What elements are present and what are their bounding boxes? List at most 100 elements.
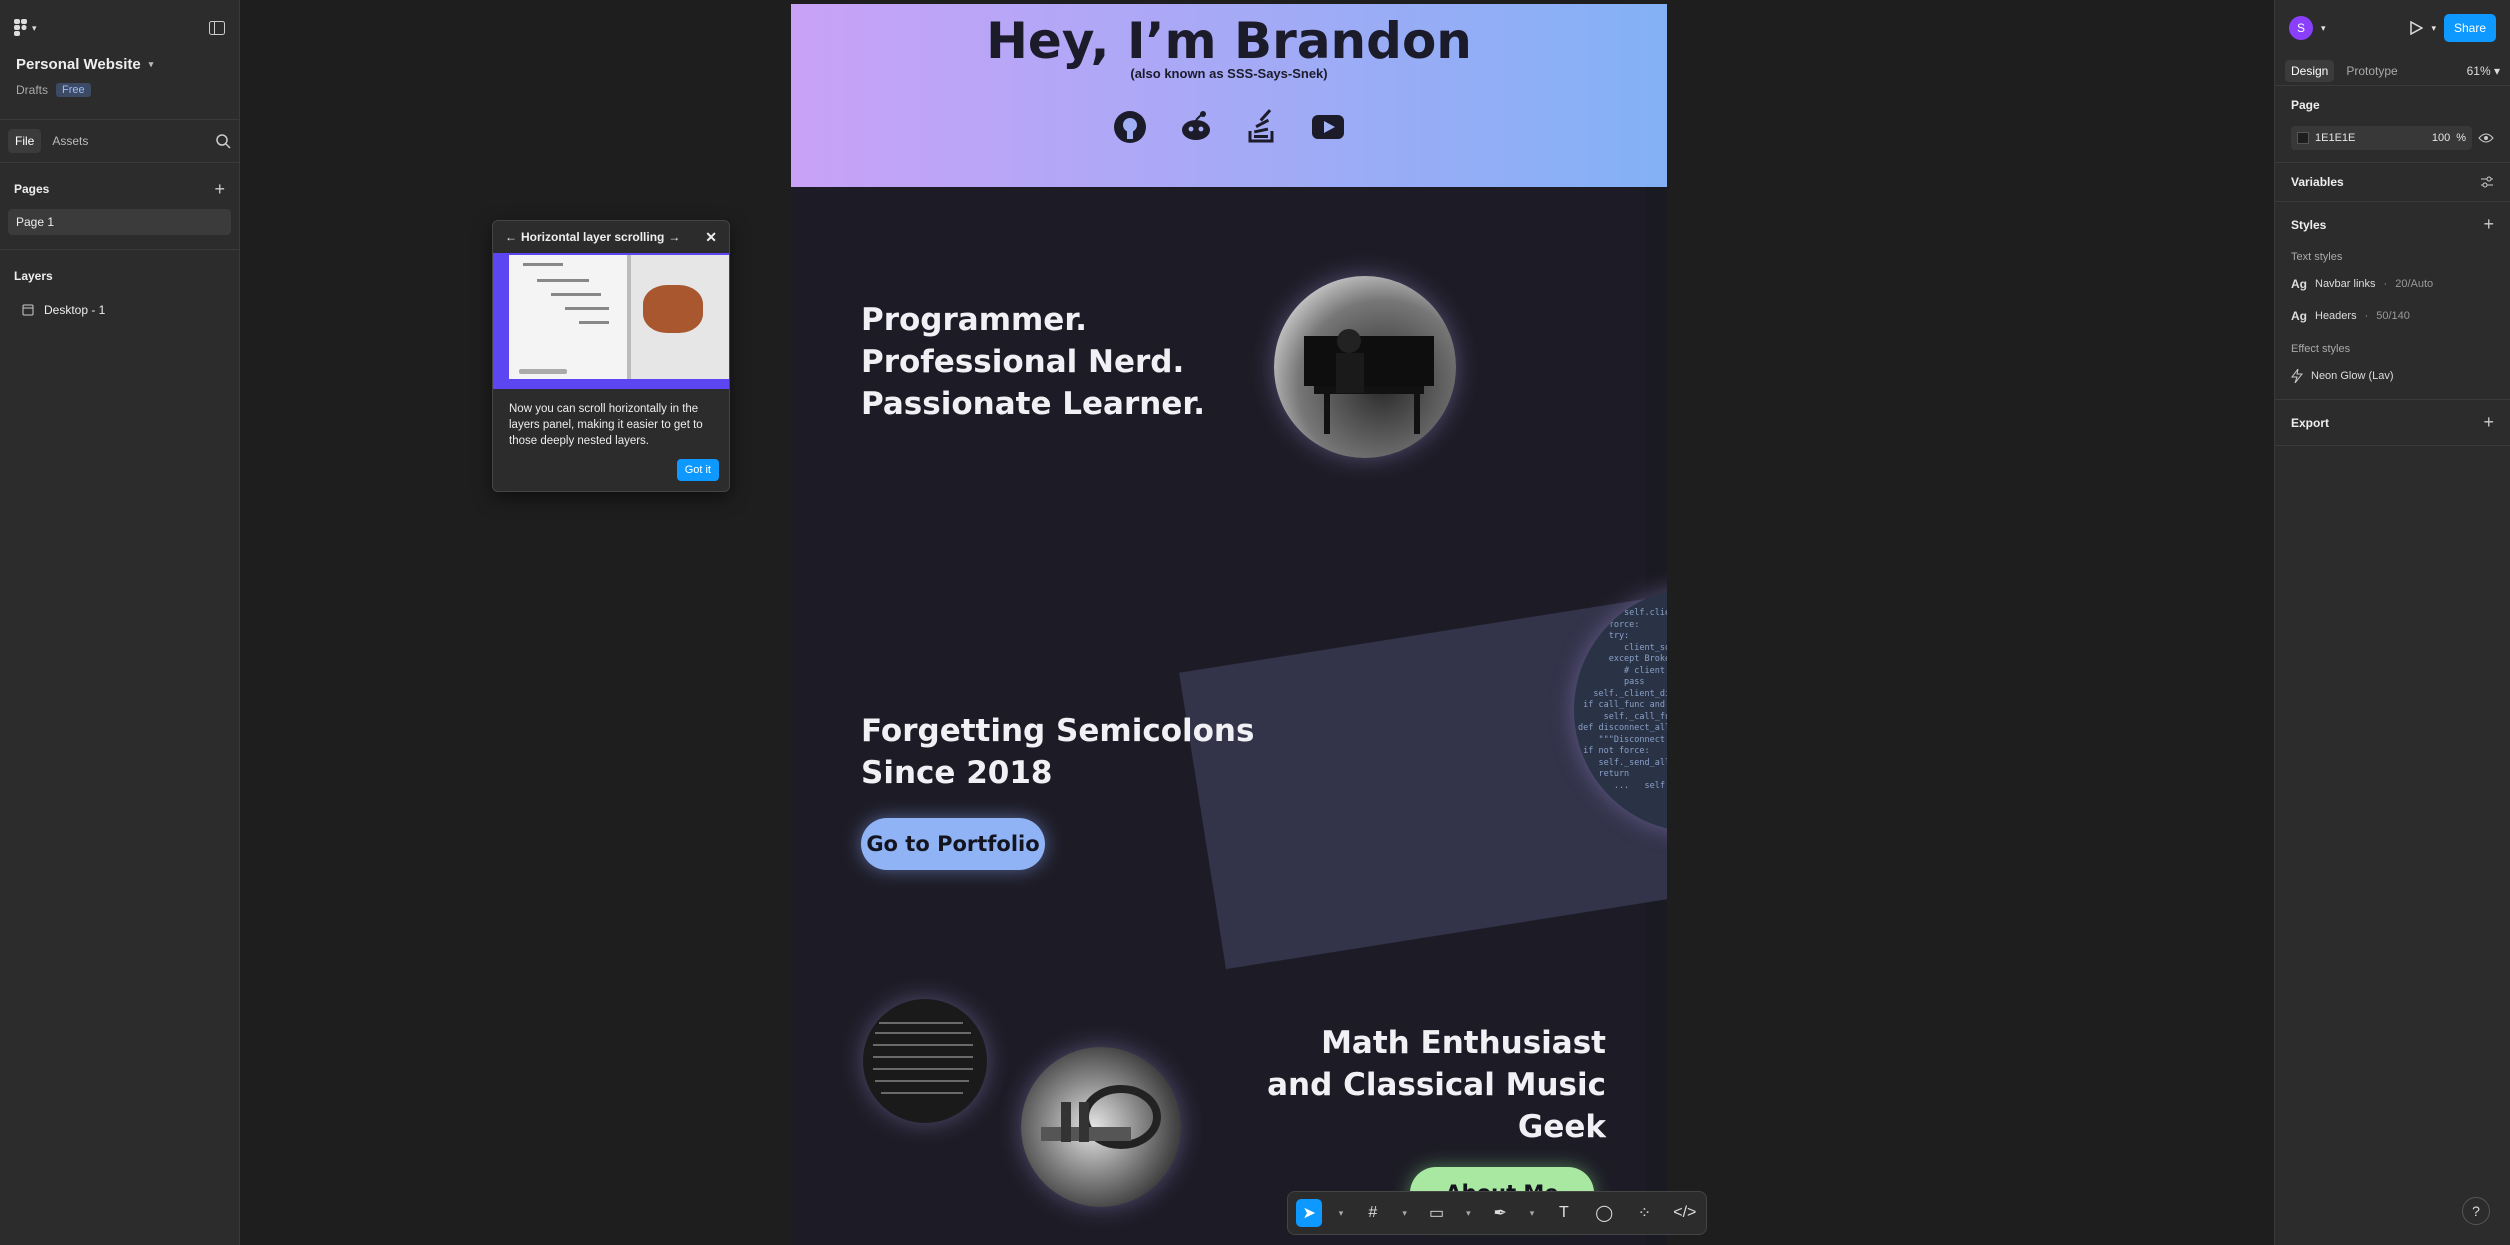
github-icon[interactable] [1112, 109, 1148, 145]
tab-assets[interactable]: Assets [45, 129, 95, 153]
chevron-down-icon[interactable]: ▾ [1336, 1199, 1345, 1227]
project-location: Drafts Free [16, 83, 223, 97]
text-style-item[interactable]: Ag Headers · 50/140 [2291, 305, 2494, 327]
headline-line: Forgetting Semicolons [861, 713, 1255, 749]
rectangle-tool-icon[interactable]: ▭ [1423, 1199, 1449, 1227]
arrow-right-icon: → [668, 230, 681, 244]
portfolio-button[interactable]: Go to Portfolio [861, 818, 1045, 870]
drafts-label[interactable]: Drafts [16, 83, 48, 97]
dev-mode-icon[interactable]: </> [1672, 1199, 1698, 1227]
export-title: Export [2291, 415, 2330, 430]
add-page-icon[interactable]: + [214, 179, 225, 200]
sliders-icon[interactable] [2480, 176, 2494, 188]
text-tool-icon[interactable]: T [1551, 1199, 1577, 1227]
project-name-button[interactable]: Personal Website ▾ [16, 56, 223, 73]
share-button[interactable]: Share [2443, 14, 2496, 42]
tab-prototype[interactable]: Prototype [2340, 60, 2403, 82]
frame-tool-icon[interactable]: # [1360, 1199, 1386, 1227]
headline-line: Passionate Learner. [861, 386, 1205, 422]
move-tool-icon[interactable]: ➤ [1296, 1199, 1323, 1227]
headline-line: Math Enthusiast [1321, 1025, 1606, 1061]
main-menu-button[interactable]: ▾ [14, 19, 37, 37]
actions-tool-icon[interactable]: ⁘ [1631, 1199, 1657, 1227]
stackoverflow-icon[interactable] [1244, 109, 1280, 145]
headline-line: Programmer. [861, 302, 1087, 338]
close-icon[interactable]: ✕ [705, 229, 717, 246]
layer-item[interactable]: Desktop - 1 [0, 296, 239, 324]
feature-tooltip: ← Horizontal layer scrolling → ✕ Now you… [492, 220, 730, 492]
eye-icon[interactable] [2478, 132, 2494, 144]
page-item[interactable]: Page 1 [8, 209, 231, 235]
zoom-level[interactable]: 61% ▾ [2467, 64, 2500, 78]
styles-section: Styles + Text styles Ag Navbar links · 2… [2275, 202, 2510, 400]
text-style-icon: Ag [2291, 309, 2307, 323]
text-style-name: Headers [2315, 310, 2357, 322]
illustration-rock [643, 285, 703, 333]
pages-title: Pages [14, 182, 50, 196]
hero-title: Hey, I’m Brandon [986, 12, 1472, 70]
toggle-sidebar-icon[interactable] [209, 21, 225, 35]
comment-tool-icon[interactable]: ◯ [1591, 1199, 1617, 1227]
text-style-meta: 20/Auto [2395, 278, 2434, 290]
play-icon[interactable] [2409, 21, 2424, 35]
headline-line: Geek [1517, 1109, 1606, 1145]
chevron-down-icon[interactable]: ▾ [2431, 23, 2436, 34]
left-topbar: ▾ [0, 0, 239, 56]
page-fill-row: 1E1E1E 100 % [2291, 126, 2494, 150]
right-tabs: Design Prototype 61% ▾ [2275, 56, 2510, 86]
page-fill-input[interactable]: 1E1E1E 100 % [2291, 126, 2472, 150]
youtube-icon[interactable] [1310, 109, 1346, 145]
page-opacity[interactable]: 100 [2432, 132, 2450, 144]
arrow-left-icon: ← [505, 230, 517, 244]
percent-label: % [2456, 132, 2466, 144]
variables-section: Variables [2275, 163, 2510, 202]
divider [0, 249, 239, 250]
math-notes-photo[interactable] [863, 999, 987, 1123]
hero-subtitle: (also known as SSS-Says-Snek) [1130, 66, 1328, 81]
tab-file[interactable]: File [8, 129, 42, 153]
add-style-icon[interactable]: + [2483, 214, 2494, 235]
canvas[interactable]: Hey, I’m Brandon (also known as SSS-Says… [240, 0, 2274, 1245]
headline-semicolons[interactable]: Forgetting Semicolons Since 2018 [861, 710, 1254, 794]
text-style-item[interactable]: Ag Navbar links · 20/Auto [2291, 273, 2494, 295]
headline-math-music[interactable]: Math Enthusiast and Classical Music Geek [1246, 1022, 1606, 1148]
chevron-down-icon[interactable]: ▾ [1464, 1199, 1473, 1227]
add-export-icon[interactable]: + [2483, 412, 2494, 433]
pen-tool-icon[interactable]: ✒ [1487, 1199, 1513, 1227]
chevron-down-icon: ▾ [148, 59, 154, 69]
bottom-toolbar: ➤ ▾ # ▾ ▭ ▾ ✒ ▾ T ◯ ⁘ </> [1287, 1191, 1707, 1235]
chevron-down-icon[interactable]: ▾ [2321, 23, 2326, 34]
plan-badge: Free [56, 83, 91, 97]
desktop-frame[interactable]: Hey, I’m Brandon (also known as SSS-Says… [791, 4, 1667, 1245]
help-icon[interactable]: ? [2462, 1197, 2490, 1225]
chevron-down-icon: ▾ [32, 22, 37, 33]
styles-title: Styles [2291, 217, 2327, 232]
tooltip-body: Now you can scroll horizontally in the l… [509, 403, 703, 447]
got-it-button[interactable]: Got it [676, 459, 719, 481]
headline-intro[interactable]: Programmer. Professional Nerd. Passionat… [861, 299, 1205, 425]
layers-title: Layers [14, 269, 53, 283]
trumpet-photo[interactable] [1021, 1047, 1181, 1207]
search-icon[interactable] [215, 133, 231, 149]
headline-line: Professional Nerd. [861, 344, 1185, 380]
text-style-icon: Ag [2291, 277, 2307, 291]
chevron-down-icon[interactable]: ▾ [1400, 1199, 1409, 1227]
tooltip-header: ← Horizontal layer scrolling → ✕ [493, 221, 729, 253]
effect-style-item[interactable]: Neon Glow (Lav) [2291, 365, 2494, 387]
tab-design[interactable]: Design [2285, 59, 2335, 82]
hero-section[interactable]: Hey, I’m Brandon (also known as SSS-Says… [791, 4, 1667, 187]
lightning-icon [2291, 369, 2303, 383]
tooltip-title: Horizontal layer scrolling [521, 230, 665, 244]
zoom-value: 61% [2466, 63, 2491, 78]
left-tabs: File Assets [0, 119, 239, 163]
headline-line: Since 2018 [861, 755, 1053, 791]
avatar[interactable]: S [2289, 16, 2313, 40]
color-swatch[interactable] [2297, 132, 2309, 144]
text-style-name: Navbar links [2315, 278, 2376, 290]
pages-header: Pages + [0, 169, 239, 209]
chevron-down-icon[interactable]: ▾ [1527, 1199, 1536, 1227]
piano-photo[interactable] [1274, 276, 1456, 458]
frame-icon [22, 304, 34, 316]
layer-item-label: Desktop - 1 [44, 303, 106, 317]
reddit-icon[interactable] [1178, 109, 1214, 145]
